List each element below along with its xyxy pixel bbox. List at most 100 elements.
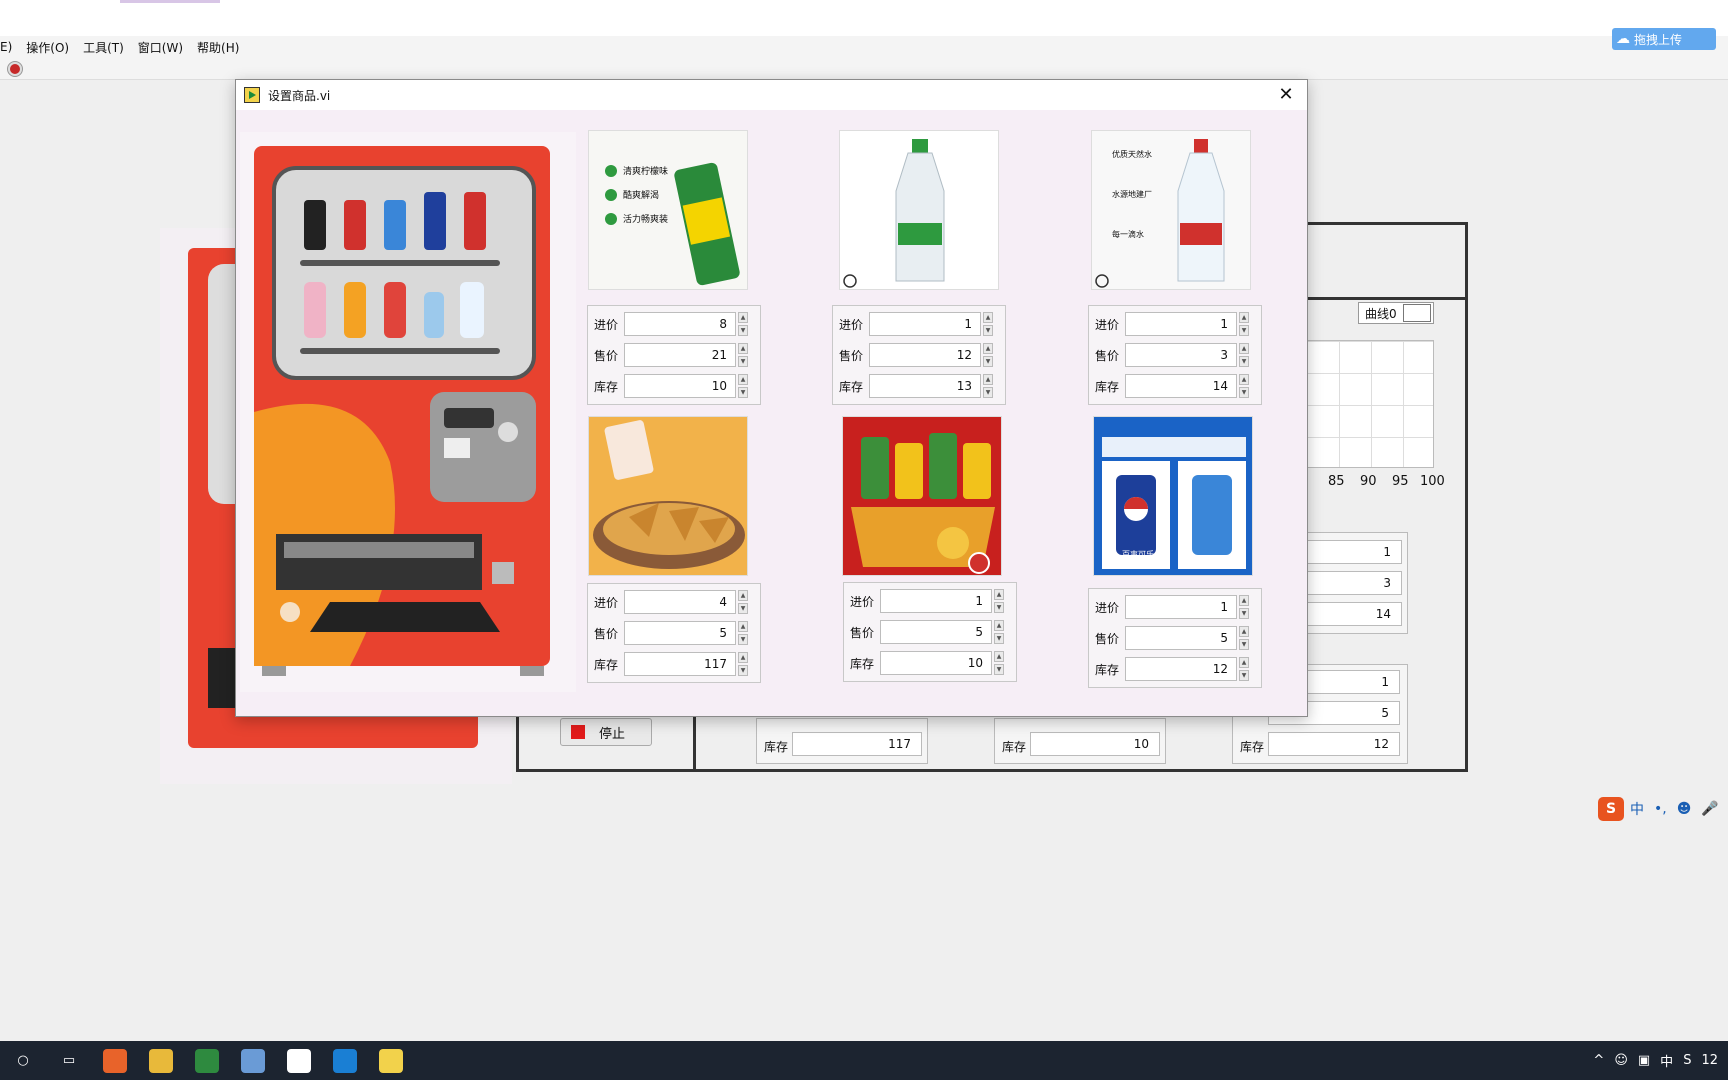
increment-icon[interactable]: ▲ bbox=[738, 374, 748, 385]
decrement-icon[interactable]: ▼ bbox=[738, 603, 748, 614]
increment-icon[interactable]: ▲ bbox=[983, 343, 993, 354]
price-input[interactable]: 5 bbox=[880, 620, 992, 644]
cost-stepper[interactable]: ▲ ▼ bbox=[738, 590, 750, 614]
decrement-icon[interactable]: ▼ bbox=[1239, 608, 1249, 619]
increment-icon[interactable]: ▲ bbox=[1239, 343, 1249, 354]
decrement-icon[interactable]: ▼ bbox=[1239, 356, 1249, 367]
graph-legend[interactable]: 曲线0 bbox=[1358, 302, 1434, 324]
cost-stepper[interactable]: ▲ ▼ bbox=[1239, 312, 1251, 336]
close-icon[interactable]: ✕ bbox=[1275, 84, 1297, 106]
decrement-icon[interactable]: ▼ bbox=[983, 325, 993, 336]
increment-icon[interactable]: ▲ bbox=[1239, 626, 1249, 637]
emoji-icon[interactable]: ☻ bbox=[1677, 801, 1692, 817]
price-input[interactable]: 21 bbox=[624, 343, 736, 367]
sogou-tray-icon[interactable]: S bbox=[1683, 1053, 1691, 1068]
price-stepper[interactable]: ▲ ▼ bbox=[738, 343, 750, 367]
price-input[interactable]: 5 bbox=[624, 621, 736, 645]
cost-stepper[interactable]: ▲ ▼ bbox=[1239, 595, 1251, 619]
price-stepper[interactable]: ▲ ▼ bbox=[738, 621, 750, 645]
background-price-field[interactable]: 3 bbox=[1306, 571, 1402, 595]
firefox-icon[interactable] bbox=[103, 1048, 127, 1073]
cost-stepper[interactable]: ▲ ▼ bbox=[983, 312, 995, 336]
folder-icon[interactable] bbox=[149, 1048, 173, 1073]
stock-stepper[interactable]: ▲ ▼ bbox=[738, 652, 750, 676]
stop-button[interactable]: 停止 bbox=[560, 718, 652, 746]
edge-icon[interactable] bbox=[333, 1048, 357, 1073]
increment-icon[interactable]: ▲ bbox=[1239, 657, 1249, 668]
decrement-icon[interactable]: ▼ bbox=[738, 634, 748, 645]
stock-input[interactable]: 13 bbox=[869, 374, 981, 398]
decrement-icon[interactable]: ▼ bbox=[1239, 325, 1249, 336]
input-language[interactable]: 中 bbox=[1660, 1051, 1673, 1070]
price-stepper[interactable]: ▲ ▼ bbox=[1239, 626, 1251, 650]
task-view-icon[interactable]: ▭ bbox=[57, 1049, 81, 1073]
price-stepper[interactable]: ▲ ▼ bbox=[994, 620, 1006, 644]
increment-icon[interactable]: ▲ bbox=[983, 374, 993, 385]
stock-stepper[interactable]: ▲ ▼ bbox=[994, 651, 1006, 675]
cost-input[interactable]: 1 bbox=[869, 312, 981, 336]
tray-expand-icon[interactable]: ^ bbox=[1593, 1053, 1604, 1068]
decrement-icon[interactable]: ▼ bbox=[1239, 639, 1249, 650]
background-stock-field[interactable]: 10 bbox=[1030, 732, 1160, 756]
stock-input[interactable]: 10 bbox=[880, 651, 992, 675]
stock-input[interactable]: 117 bbox=[624, 652, 736, 676]
cloud-drive-icon[interactable] bbox=[287, 1048, 311, 1073]
upload-button[interactable]: ☁ 拖拽上传 bbox=[1612, 28, 1716, 50]
ime-mode[interactable]: 中 bbox=[1630, 799, 1644, 819]
increment-icon[interactable]: ▲ bbox=[1239, 595, 1249, 606]
stock-stepper[interactable]: ▲ ▼ bbox=[738, 374, 750, 398]
decrement-icon[interactable]: ▼ bbox=[983, 387, 993, 398]
background-stock-field[interactable]: 117 bbox=[792, 732, 922, 756]
increment-icon[interactable]: ▲ bbox=[738, 343, 748, 354]
qq-icon[interactable]: ☺ bbox=[1614, 1053, 1628, 1068]
increment-icon[interactable]: ▲ bbox=[738, 312, 748, 323]
stock-stepper[interactable]: ▲ ▼ bbox=[1239, 374, 1251, 398]
abort-execution-icon[interactable] bbox=[8, 62, 22, 76]
background-stock-field[interactable]: 12 bbox=[1268, 732, 1400, 756]
stock-stepper[interactable]: ▲ ▼ bbox=[1239, 657, 1251, 681]
decrement-icon[interactable]: ▼ bbox=[738, 387, 748, 398]
microphone-icon[interactable]: 🎤 bbox=[1701, 801, 1718, 817]
decrement-icon[interactable]: ▼ bbox=[1239, 387, 1249, 398]
search-icon[interactable]: ○ bbox=[11, 1049, 35, 1073]
notes-icon[interactable] bbox=[241, 1048, 265, 1073]
punctuation-icon[interactable]: •, bbox=[1654, 801, 1667, 817]
background-cost-field[interactable]: 1 bbox=[1306, 540, 1402, 564]
price-stepper[interactable]: ▲ ▼ bbox=[983, 343, 995, 367]
price-input[interactable]: 5 bbox=[1125, 626, 1237, 650]
network-icon[interactable]: ▣ bbox=[1638, 1053, 1650, 1068]
increment-icon[interactable]: ▲ bbox=[994, 651, 1004, 662]
cost-input[interactable]: 8 bbox=[624, 312, 736, 336]
increment-icon[interactable]: ▲ bbox=[994, 589, 1004, 600]
increment-icon[interactable]: ▲ bbox=[738, 652, 748, 663]
increment-icon[interactable]: ▲ bbox=[738, 590, 748, 601]
decrement-icon[interactable]: ▼ bbox=[738, 356, 748, 367]
menu-help[interactable]: 帮助(H) bbox=[197, 39, 239, 56]
increment-icon[interactable]: ▲ bbox=[1239, 374, 1249, 385]
decrement-icon[interactable]: ▼ bbox=[994, 633, 1004, 644]
decrement-icon[interactable]: ▼ bbox=[994, 664, 1004, 675]
cost-input[interactable]: 4 bbox=[624, 590, 736, 614]
cost-stepper[interactable]: ▲ ▼ bbox=[994, 589, 1006, 613]
menu-window[interactable]: 窗口(W) bbox=[138, 39, 183, 56]
menu-operate[interactable]: 操作(O) bbox=[26, 39, 69, 56]
product-image-nongfu[interactable]: 优质天然水 水源地建厂 每一滴水 bbox=[1091, 130, 1251, 290]
stock-input[interactable]: 12 bbox=[1125, 657, 1237, 681]
cost-input[interactable]: 1 bbox=[1125, 595, 1237, 619]
background-stock-field[interactable]: 14 bbox=[1306, 602, 1402, 626]
decrement-icon[interactable]: ▼ bbox=[1239, 670, 1249, 681]
product-image-chips[interactable] bbox=[588, 416, 748, 576]
cost-input[interactable]: 1 bbox=[880, 589, 992, 613]
stock-stepper[interactable]: ▲ ▼ bbox=[983, 374, 995, 398]
ime-toolbar[interactable]: S 中 •, ☻ 🎤 bbox=[1598, 796, 1728, 822]
price-input[interactable]: 12 bbox=[869, 343, 981, 367]
cost-input[interactable]: 1 bbox=[1125, 312, 1237, 336]
decrement-icon[interactable]: ▼ bbox=[983, 356, 993, 367]
product-image-lays[interactable] bbox=[842, 416, 1002, 576]
decrement-icon[interactable]: ▼ bbox=[738, 325, 748, 336]
product-image-pepsi[interactable]: 百事可乐 bbox=[1093, 416, 1253, 576]
dialog-titlebar[interactable]: 设置商品.vi ✕ bbox=[236, 80, 1307, 110]
increment-icon[interactable]: ▲ bbox=[1239, 312, 1249, 323]
cost-stepper[interactable]: ▲ ▼ bbox=[738, 312, 750, 336]
decrement-icon[interactable]: ▼ bbox=[994, 602, 1004, 613]
